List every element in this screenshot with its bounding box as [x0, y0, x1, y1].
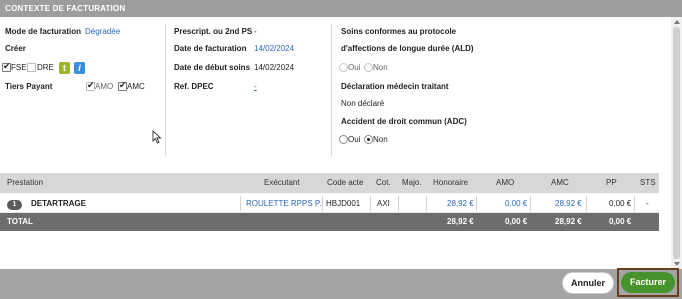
adc-non-radio[interactable]: [364, 135, 373, 144]
col-code-acte: Code acte: [327, 178, 364, 187]
qty-badge: 1: [7, 194, 22, 213]
adc-non-option[interactable]: Non: [364, 135, 388, 144]
ald-non-radio[interactable]: [364, 63, 373, 72]
total-pp: 0,00 €: [609, 217, 632, 226]
code-acte-value: HBJD001: [326, 199, 361, 208]
col-majo: Majo.: [402, 178, 422, 187]
ald-non-label: Non: [373, 63, 388, 72]
billing-date-link[interactable]: 14/02/2024: [254, 44, 294, 53]
ald-label-line1: Soins conformes au protocole: [341, 27, 457, 36]
prescriber-value: -: [254, 27, 257, 36]
care-start-date-label: Date de début soins: [174, 63, 251, 72]
scrollbar-thumb[interactable]: [673, 27, 680, 259]
dre-checkbox[interactable]: [27, 63, 36, 72]
t-icon: t: [59, 62, 70, 74]
total-label: TOTAL: [7, 217, 33, 226]
total-amo: 0,00 €: [505, 217, 528, 226]
prestation-name: DETARTRAGE: [31, 199, 86, 208]
attending-doctor-label: Déclaration médecin traitant: [341, 82, 449, 91]
amc-label: AMC: [127, 82, 145, 91]
prescriber-label: Prescript. ou 2nd PS: [174, 27, 253, 36]
pp-value: 0,00 €: [609, 199, 632, 208]
honoraire-value[interactable]: 28,92 €: [447, 194, 474, 213]
adc-oui-radio[interactable]: [339, 135, 348, 144]
col-pp: PP: [606, 178, 617, 187]
info-button[interactable]: i: [74, 61, 85, 74]
adc-non-label: Non: [373, 135, 388, 144]
billing-date-label: Date de facturation: [174, 44, 247, 53]
scroll-down-arrow-icon[interactable]: [674, 262, 680, 266]
amo-option[interactable]: AMO: [86, 80, 114, 91]
col-executant: Exécutant: [264, 178, 300, 187]
facturer-highlight: Facturer: [617, 268, 679, 297]
scroll-up-arrow-icon[interactable]: [674, 20, 680, 24]
col-sts: STS: [640, 178, 656, 187]
ald-oui-radio[interactable]: [339, 63, 348, 72]
amo-value[interactable]: 0,00 €: [505, 194, 527, 213]
mouse-cursor-icon: [152, 130, 162, 144]
ald-oui-label: Oui: [348, 63, 361, 72]
tiers-payant-label: Tiers Payant: [5, 82, 53, 91]
adc-oui-label: Oui: [348, 135, 361, 144]
billing-mode-link[interactable]: Dégradée: [85, 27, 120, 36]
section-title: CONTEXTE DE FACTURATION: [5, 4, 126, 13]
attending-doctor-value: Non déclaré: [341, 99, 385, 108]
ald-oui-option[interactable]: Oui: [339, 63, 360, 72]
section-header: CONTEXTE DE FACTURATION: [0, 0, 682, 17]
table-total-row: TOTAL 28,92 € 0,00 € 28,92 € 0,00 €: [0, 213, 659, 231]
prestations-table-header: Prestation Exécutant Code acte Cot. Majo…: [0, 173, 659, 193]
sts-value: -: [646, 199, 649, 208]
cot-value: AXI: [377, 199, 390, 208]
ref-dpec-label: Ref. DPEC: [174, 82, 214, 91]
ald-non-option[interactable]: Non: [364, 63, 388, 72]
cancel-button[interactable]: Annuler: [562, 272, 614, 294]
bill-button[interactable]: Facturer: [621, 272, 675, 293]
majo-cell[interactable]: [398, 196, 426, 211]
total-amc: 28,92 €: [555, 217, 582, 226]
adc-oui-option[interactable]: Oui: [339, 135, 360, 144]
dre-label: DRE: [37, 63, 54, 72]
total-honoraire: 28,92 €: [447, 217, 474, 226]
col-amc: AMC: [551, 178, 569, 187]
amo-label: AMO: [95, 82, 114, 91]
col-prestation: Prestation: [7, 178, 44, 187]
info-icon: i: [74, 62, 85, 74]
ref-dpec-link[interactable]: -: [254, 82, 257, 91]
fse-label: FSE: [11, 63, 27, 72]
executant-link[interactable]: ROULETTE RPPS P.: [246, 194, 321, 213]
column-divider: [331, 24, 332, 156]
create-label: Créer: [5, 44, 26, 53]
col-amo: AMO: [496, 178, 515, 187]
col-honoraire: Honoraire: [433, 178, 469, 187]
fse-checkbox[interactable]: [2, 61, 11, 72]
amc-checkbox[interactable]: [118, 80, 127, 91]
amc-value[interactable]: 28,92 €: [555, 194, 582, 213]
billing-mode-label: Mode de facturation: [5, 27, 82, 36]
care-start-date-value: 14/02/2024: [254, 63, 295, 72]
amo-checkbox[interactable]: [86, 80, 95, 91]
amc-option[interactable]: AMC: [118, 80, 145, 91]
fse-option[interactable]: FSE: [2, 61, 27, 72]
ald-label-line2: d'affections de longue durée (ALD): [341, 44, 474, 53]
column-divider: [165, 24, 166, 156]
table-row[interactable]: 1 DETARTRAGE ROULETTE RPPS P. HBJD001 AX…: [0, 194, 659, 213]
col-cot: Cot.: [376, 178, 391, 187]
t-button[interactable]: t: [59, 61, 70, 74]
adc-label: Accident de droit commun (ADC): [341, 117, 467, 126]
dre-option[interactable]: DRE: [27, 63, 54, 72]
